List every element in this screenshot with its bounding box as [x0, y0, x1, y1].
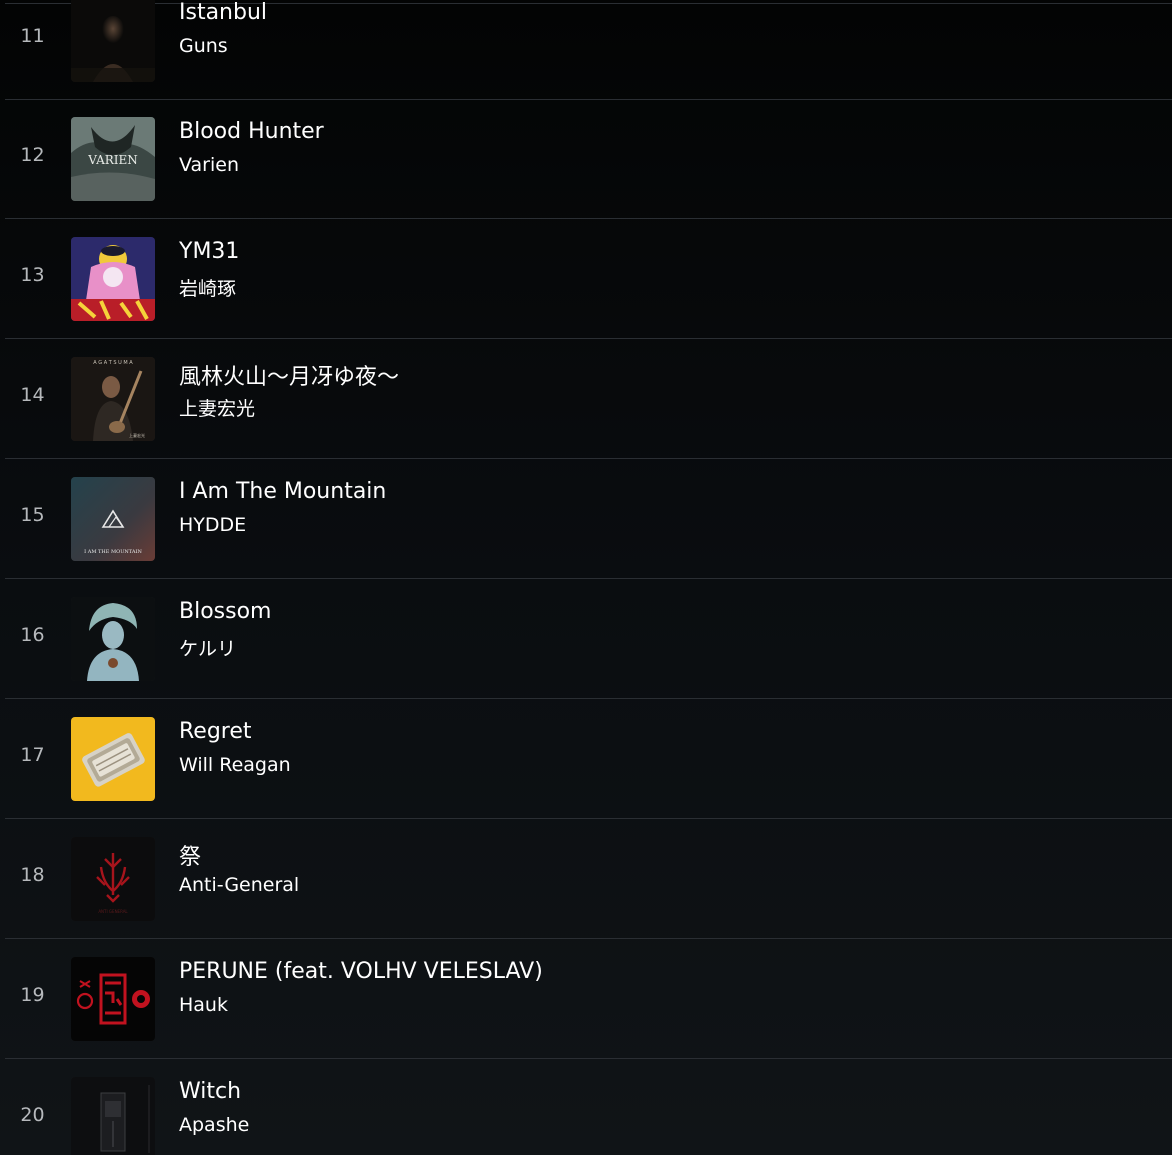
- album-art-anime-illustration[interactable]: [71, 237, 155, 321]
- track-row[interactable]: 17 Regret Will Reagan: [5, 699, 1172, 819]
- track-title[interactable]: PERUNE (feat. VOLHV VELESLAV): [179, 959, 543, 984]
- track-row[interactable]: 11 Istanbul Guns: [5, 0, 1172, 100]
- track-title[interactable]: Blood Hunter: [179, 119, 324, 144]
- album-art-red-emblem[interactable]: ANTI GENERAL: [71, 837, 155, 921]
- track-row[interactable]: 18 ANTI GENERAL 祭 Anti-General: [5, 819, 1172, 939]
- track-rank: 14: [20, 384, 45, 406]
- track-title[interactable]: 祭: [179, 839, 201, 871]
- track-rank: 15: [20, 504, 45, 526]
- track-rank: 12: [20, 144, 45, 166]
- svg-text:上妻宏光: 上妻宏光: [129, 432, 145, 438]
- track-row[interactable]: 20 Witch Apashe: [5, 1059, 1172, 1155]
- album-art-red-glyph[interactable]: [71, 957, 155, 1041]
- album-art-shamisen-player[interactable]: A G A T S U M A 上妻宏光: [71, 357, 155, 441]
- track-artist[interactable]: Hauk: [179, 994, 228, 1016]
- album-art-text: I AM THE MOUNTAIN: [84, 549, 142, 555]
- track-artist[interactable]: HYDDE: [179, 514, 246, 536]
- track-artist[interactable]: Guns: [179, 35, 228, 57]
- track-artist[interactable]: Anti-General: [179, 874, 299, 896]
- track-artist[interactable]: Apashe: [179, 1114, 249, 1136]
- track-rank: 11: [20, 25, 45, 47]
- track-title[interactable]: Blossom: [179, 599, 271, 624]
- track-row[interactable]: 13 YM31 岩崎琢: [5, 219, 1172, 339]
- track-list: 11 Istanbul Guns 12 VARIEN Blood Hunter …: [0, 0, 1172, 1155]
- track-artist[interactable]: ケルリ: [179, 634, 236, 661]
- track-row[interactable]: 12 VARIEN Blood Hunter Varien: [5, 99, 1172, 219]
- album-art-yellow-tin[interactable]: [71, 717, 155, 801]
- track-artist[interactable]: Will Reagan: [179, 754, 291, 776]
- album-art-varien[interactable]: VARIEN: [71, 117, 155, 201]
- track-row[interactable]: 16 Blossom ケルリ: [5, 579, 1172, 699]
- track-rank: 20: [20, 1104, 45, 1126]
- track-title[interactable]: Istanbul: [179, 0, 267, 25]
- track-row[interactable]: 19 PERUNE (feat. VOLHV VELESLAV) Hauk: [5, 939, 1172, 1059]
- track-rank: 13: [20, 264, 45, 286]
- track-title[interactable]: Regret: [179, 719, 252, 744]
- track-rank: 17: [20, 744, 45, 766]
- track-rank: 18: [20, 864, 45, 886]
- album-art-text: VARIEN: [87, 153, 138, 167]
- track-rank: 19: [20, 984, 45, 1006]
- svg-text:ANTI GENERAL: ANTI GENERAL: [98, 909, 128, 914]
- album-art-mountain[interactable]: I AM THE MOUNTAIN: [71, 477, 155, 561]
- track-title[interactable]: Witch: [179, 1079, 241, 1104]
- track-rank: 16: [20, 624, 45, 646]
- track-artist[interactable]: Varien: [179, 154, 239, 176]
- album-art-text: A G A T S U M A: [93, 360, 133, 366]
- track-row[interactable]: 14 A G A T S U M A 上妻宏光 風林火山〜月冴ゆ夜〜 上妻宏光: [5, 339, 1172, 459]
- track-title[interactable]: I Am The Mountain: [179, 479, 386, 504]
- album-art-dark-frame[interactable]: [71, 1077, 155, 1155]
- track-title[interactable]: 風林火山〜月冴ゆ夜〜: [179, 359, 399, 391]
- track-artist[interactable]: 上妻宏光: [179, 394, 255, 421]
- album-art-pale-figure[interactable]: [71, 597, 155, 681]
- track-title[interactable]: YM31: [179, 239, 239, 264]
- album-art-dark-portrait[interactable]: [71, 0, 155, 82]
- track-row[interactable]: 15 I AM THE MOUNTAIN I Am The Mountain H…: [5, 459, 1172, 579]
- track-artist[interactable]: 岩崎琢: [179, 274, 236, 301]
